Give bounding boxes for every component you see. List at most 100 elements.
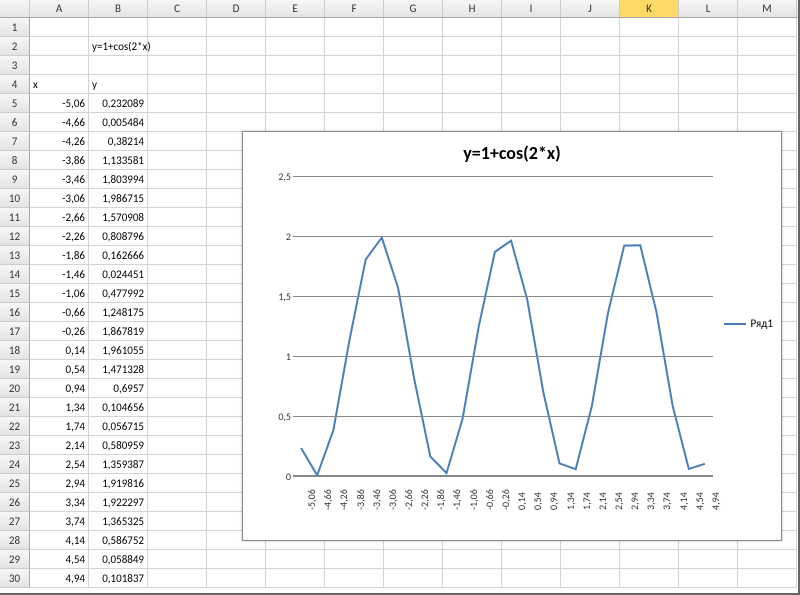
row-header-4[interactable]: 4 bbox=[0, 75, 30, 94]
cell-C30[interactable] bbox=[148, 569, 207, 588]
col-header-G[interactable]: G bbox=[384, 0, 443, 17]
cell-E29[interactable] bbox=[266, 550, 325, 569]
cell-K2[interactable] bbox=[620, 37, 679, 56]
cell-I29[interactable] bbox=[502, 550, 561, 569]
cell-B27[interactable]: 1,365325 bbox=[89, 512, 148, 531]
cell-B25[interactable]: 1,919816 bbox=[89, 474, 148, 493]
col-header-M[interactable]: M bbox=[738, 0, 797, 17]
cell-A4[interactable]: x bbox=[30, 75, 89, 94]
cell-B22[interactable]: 0,056715 bbox=[89, 417, 148, 436]
cell-A16[interactable]: -0,66 bbox=[30, 303, 89, 322]
cell-B13[interactable]: 0,162666 bbox=[89, 246, 148, 265]
cell-A9[interactable]: -3,46 bbox=[30, 170, 89, 189]
cell-A27[interactable]: 3,74 bbox=[30, 512, 89, 531]
cell-B17[interactable]: 1,867819 bbox=[89, 322, 148, 341]
cell-L3[interactable] bbox=[679, 56, 738, 75]
cell-M29[interactable] bbox=[738, 550, 797, 569]
cell-D1[interactable] bbox=[207, 18, 266, 37]
cell-A21[interactable]: 1,34 bbox=[30, 398, 89, 417]
cell-A10[interactable]: -3,06 bbox=[30, 189, 89, 208]
cell-C29[interactable] bbox=[148, 550, 207, 569]
col-header-K[interactable]: K bbox=[620, 0, 679, 17]
cell-G4[interactable] bbox=[384, 75, 443, 94]
cell-M6[interactable] bbox=[738, 113, 797, 132]
row-header-18[interactable]: 18 bbox=[0, 341, 30, 360]
cell-H5[interactable] bbox=[443, 94, 502, 113]
cell-L1[interactable] bbox=[679, 18, 738, 37]
row-header-16[interactable]: 16 bbox=[0, 303, 30, 322]
col-header-D[interactable]: D bbox=[207, 0, 266, 17]
cell-I5[interactable] bbox=[502, 94, 561, 113]
cell-E30[interactable] bbox=[266, 569, 325, 588]
cell-C19[interactable] bbox=[148, 360, 207, 379]
cell-C28[interactable] bbox=[148, 531, 207, 550]
cell-E1[interactable] bbox=[266, 18, 325, 37]
row-header-5[interactable]: 5 bbox=[0, 94, 30, 113]
cell-H1[interactable] bbox=[443, 18, 502, 37]
row-header-9[interactable]: 9 bbox=[0, 170, 30, 189]
cell-A11[interactable]: -2,66 bbox=[30, 208, 89, 227]
cell-J3[interactable] bbox=[561, 56, 620, 75]
cell-G1[interactable] bbox=[384, 18, 443, 37]
cell-J1[interactable] bbox=[561, 18, 620, 37]
cell-L6[interactable] bbox=[679, 113, 738, 132]
cell-F3[interactable] bbox=[325, 56, 384, 75]
row-header-2[interactable]: 2 bbox=[0, 37, 30, 56]
row-header-13[interactable]: 13 bbox=[0, 246, 30, 265]
row-header-10[interactable]: 10 bbox=[0, 189, 30, 208]
cell-J4[interactable] bbox=[561, 75, 620, 94]
cell-C2[interactable] bbox=[148, 37, 207, 56]
cell-K6[interactable] bbox=[620, 113, 679, 132]
cell-C13[interactable] bbox=[148, 246, 207, 265]
row-header-17[interactable]: 17 bbox=[0, 322, 30, 341]
cell-A2[interactable] bbox=[30, 37, 89, 56]
cell-B21[interactable]: 0,104656 bbox=[89, 398, 148, 417]
cell-J6[interactable] bbox=[561, 113, 620, 132]
cell-E5[interactable] bbox=[266, 94, 325, 113]
cell-A1[interactable] bbox=[30, 18, 89, 37]
cell-C20[interactable] bbox=[148, 379, 207, 398]
cell-F5[interactable] bbox=[325, 94, 384, 113]
cell-B23[interactable]: 0,580959 bbox=[89, 436, 148, 455]
cell-B29[interactable]: 0,058849 bbox=[89, 550, 148, 569]
cell-B9[interactable]: 1,803994 bbox=[89, 170, 148, 189]
cell-M5[interactable] bbox=[738, 94, 797, 113]
cell-M30[interactable] bbox=[738, 569, 797, 588]
cell-I1[interactable] bbox=[502, 18, 561, 37]
cell-B1[interactable] bbox=[89, 18, 148, 37]
cell-A13[interactable]: -1,86 bbox=[30, 246, 89, 265]
cell-L4[interactable] bbox=[679, 75, 738, 94]
cell-A12[interactable]: -2,26 bbox=[30, 227, 89, 246]
cell-K30[interactable] bbox=[620, 569, 679, 588]
cell-B18[interactable]: 1,961055 bbox=[89, 341, 148, 360]
cell-F6[interactable] bbox=[325, 113, 384, 132]
row-header-6[interactable]: 6 bbox=[0, 113, 30, 132]
cell-D2[interactable] bbox=[207, 37, 266, 56]
cell-C24[interactable] bbox=[148, 455, 207, 474]
cell-F29[interactable] bbox=[325, 550, 384, 569]
cell-K4[interactable] bbox=[620, 75, 679, 94]
cell-C9[interactable] bbox=[148, 170, 207, 189]
cell-C3[interactable] bbox=[148, 56, 207, 75]
cell-B20[interactable]: 0,6957 bbox=[89, 379, 148, 398]
row-header-24[interactable]: 24 bbox=[0, 455, 30, 474]
cell-C10[interactable] bbox=[148, 189, 207, 208]
cell-L5[interactable] bbox=[679, 94, 738, 113]
row-header-30[interactable]: 30 bbox=[0, 569, 30, 588]
row-header-22[interactable]: 22 bbox=[0, 417, 30, 436]
cell-A22[interactable]: 1,74 bbox=[30, 417, 89, 436]
cell-D29[interactable] bbox=[207, 550, 266, 569]
cell-C23[interactable] bbox=[148, 436, 207, 455]
row-header-1[interactable]: 1 bbox=[0, 18, 30, 37]
cell-F1[interactable] bbox=[325, 18, 384, 37]
cell-K1[interactable] bbox=[620, 18, 679, 37]
cell-C14[interactable] bbox=[148, 265, 207, 284]
row-header-3[interactable]: 3 bbox=[0, 56, 30, 75]
cell-C26[interactable] bbox=[148, 493, 207, 512]
cell-A15[interactable]: -1,06 bbox=[30, 284, 89, 303]
cell-C8[interactable] bbox=[148, 151, 207, 170]
cell-A7[interactable]: -4,26 bbox=[30, 132, 89, 151]
cell-C1[interactable] bbox=[148, 18, 207, 37]
cell-K5[interactable] bbox=[620, 94, 679, 113]
cell-A19[interactable]: 0,54 bbox=[30, 360, 89, 379]
